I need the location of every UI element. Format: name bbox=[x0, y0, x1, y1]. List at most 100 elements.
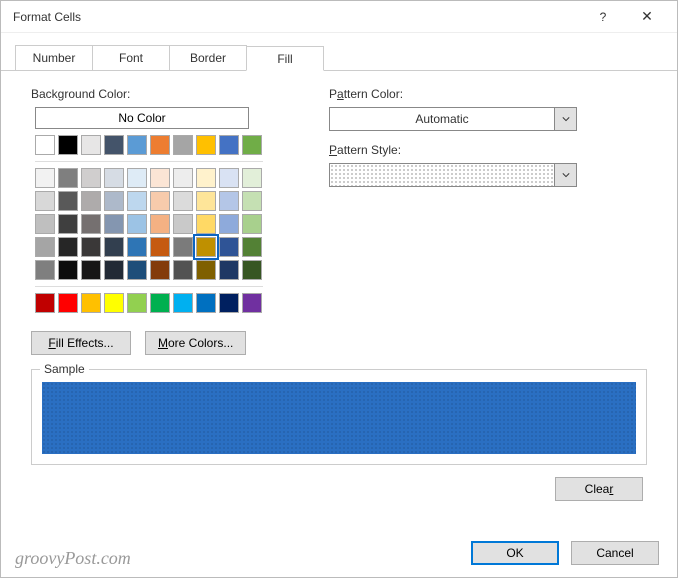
color-swatch[interactable] bbox=[196, 237, 216, 257]
tab-number[interactable]: Number bbox=[15, 45, 93, 70]
chevron-down-icon bbox=[554, 108, 576, 130]
color-swatch[interactable] bbox=[81, 260, 101, 280]
color-swatch[interactable] bbox=[219, 260, 239, 280]
palette-theme-colors bbox=[35, 135, 269, 155]
pattern-style-preview bbox=[330, 164, 554, 186]
window-title: Format Cells bbox=[13, 10, 581, 24]
pattern-style-label: Pattern Style: bbox=[329, 143, 647, 157]
color-swatch[interactable] bbox=[81, 214, 101, 234]
more-colors-button[interactable]: More Colors... bbox=[145, 331, 246, 355]
tab-strip: Number Font Border Fill bbox=[1, 45, 677, 71]
tab-content: Background Color: No Color Fill Effects.… bbox=[1, 73, 677, 521]
color-swatch[interactable] bbox=[150, 214, 170, 234]
color-swatch[interactable] bbox=[196, 260, 216, 280]
color-swatch[interactable] bbox=[104, 168, 124, 188]
color-swatch[interactable] bbox=[35, 168, 55, 188]
color-swatch[interactable] bbox=[35, 135, 55, 155]
color-swatch[interactable] bbox=[81, 191, 101, 211]
no-color-button[interactable]: No Color bbox=[35, 107, 249, 129]
color-swatch[interactable] bbox=[150, 260, 170, 280]
color-swatch[interactable] bbox=[35, 214, 55, 234]
color-swatch[interactable] bbox=[150, 135, 170, 155]
titlebar: Format Cells ? ✕ bbox=[1, 1, 677, 33]
color-swatch[interactable] bbox=[196, 168, 216, 188]
color-swatch[interactable] bbox=[242, 168, 262, 188]
color-swatch[interactable] bbox=[173, 293, 193, 313]
color-swatch[interactable] bbox=[219, 191, 239, 211]
pattern-color-value: Automatic bbox=[330, 112, 554, 126]
color-swatch[interactable] bbox=[58, 168, 78, 188]
color-swatch[interactable] bbox=[196, 191, 216, 211]
tab-font[interactable]: Font bbox=[92, 45, 170, 70]
color-swatch[interactable] bbox=[219, 168, 239, 188]
color-swatch[interactable] bbox=[173, 237, 193, 257]
color-swatch[interactable] bbox=[58, 214, 78, 234]
color-swatch[interactable] bbox=[219, 214, 239, 234]
color-swatch[interactable] bbox=[104, 260, 124, 280]
color-swatch[interactable] bbox=[58, 237, 78, 257]
color-swatch[interactable] bbox=[196, 293, 216, 313]
color-swatch[interactable] bbox=[81, 168, 101, 188]
tab-fill[interactable]: Fill bbox=[246, 46, 324, 71]
color-swatch[interactable] bbox=[127, 168, 147, 188]
pattern-style-dropdown[interactable] bbox=[329, 163, 577, 187]
close-button[interactable]: ✕ bbox=[625, 3, 669, 31]
color-swatch[interactable] bbox=[196, 135, 216, 155]
cancel-button[interactable]: Cancel bbox=[571, 541, 659, 565]
color-swatch[interactable] bbox=[173, 135, 193, 155]
color-swatch[interactable] bbox=[242, 191, 262, 211]
palette-standard-colors bbox=[35, 293, 269, 313]
color-swatch[interactable] bbox=[58, 135, 78, 155]
color-swatch[interactable] bbox=[104, 135, 124, 155]
color-swatch[interactable] bbox=[127, 237, 147, 257]
color-swatch[interactable] bbox=[173, 260, 193, 280]
color-swatch[interactable] bbox=[104, 293, 124, 313]
color-swatch[interactable] bbox=[219, 135, 239, 155]
color-swatch[interactable] bbox=[150, 293, 170, 313]
sample-fieldset: Sample bbox=[31, 369, 647, 465]
close-icon: ✕ bbox=[641, 8, 653, 25]
color-swatch[interactable] bbox=[35, 191, 55, 211]
watermark: groovyPost.com bbox=[15, 548, 131, 569]
chevron-down-icon bbox=[554, 164, 576, 186]
tab-border[interactable]: Border bbox=[169, 45, 247, 70]
color-swatch[interactable] bbox=[127, 293, 147, 313]
pattern-color-dropdown[interactable]: Automatic bbox=[329, 107, 577, 131]
color-swatch[interactable] bbox=[104, 237, 124, 257]
color-swatch[interactable] bbox=[58, 260, 78, 280]
color-swatch[interactable] bbox=[219, 237, 239, 257]
color-swatch[interactable] bbox=[242, 260, 262, 280]
color-swatch[interactable] bbox=[35, 293, 55, 313]
ok-button[interactable]: OK bbox=[471, 541, 559, 565]
help-icon: ? bbox=[600, 10, 607, 24]
color-swatch[interactable] bbox=[242, 237, 262, 257]
color-swatch[interactable] bbox=[104, 214, 124, 234]
color-swatch[interactable] bbox=[242, 214, 262, 234]
color-swatch[interactable] bbox=[150, 191, 170, 211]
color-swatch[interactable] bbox=[150, 237, 170, 257]
color-swatch[interactable] bbox=[35, 237, 55, 257]
color-swatch[interactable] bbox=[35, 260, 55, 280]
color-swatch[interactable] bbox=[173, 168, 193, 188]
color-swatch[interactable] bbox=[127, 214, 147, 234]
color-swatch[interactable] bbox=[58, 191, 78, 211]
color-swatch[interactable] bbox=[173, 191, 193, 211]
sample-preview bbox=[42, 382, 636, 454]
color-swatch[interactable] bbox=[127, 260, 147, 280]
color-swatch[interactable] bbox=[81, 135, 101, 155]
fill-effects-button[interactable]: Fill Effects... bbox=[31, 331, 131, 355]
color-swatch[interactable] bbox=[242, 135, 262, 155]
color-swatch[interactable] bbox=[58, 293, 78, 313]
color-swatch[interactable] bbox=[150, 168, 170, 188]
help-button[interactable]: ? bbox=[581, 3, 625, 31]
color-swatch[interactable] bbox=[81, 237, 101, 257]
color-swatch[interactable] bbox=[81, 293, 101, 313]
clear-button[interactable]: Clear bbox=[555, 477, 643, 501]
color-swatch[interactable] bbox=[219, 293, 239, 313]
color-swatch[interactable] bbox=[104, 191, 124, 211]
color-swatch[interactable] bbox=[173, 214, 193, 234]
color-swatch[interactable] bbox=[242, 293, 262, 313]
color-swatch[interactable] bbox=[127, 191, 147, 211]
color-swatch[interactable] bbox=[127, 135, 147, 155]
color-swatch[interactable] bbox=[196, 214, 216, 234]
